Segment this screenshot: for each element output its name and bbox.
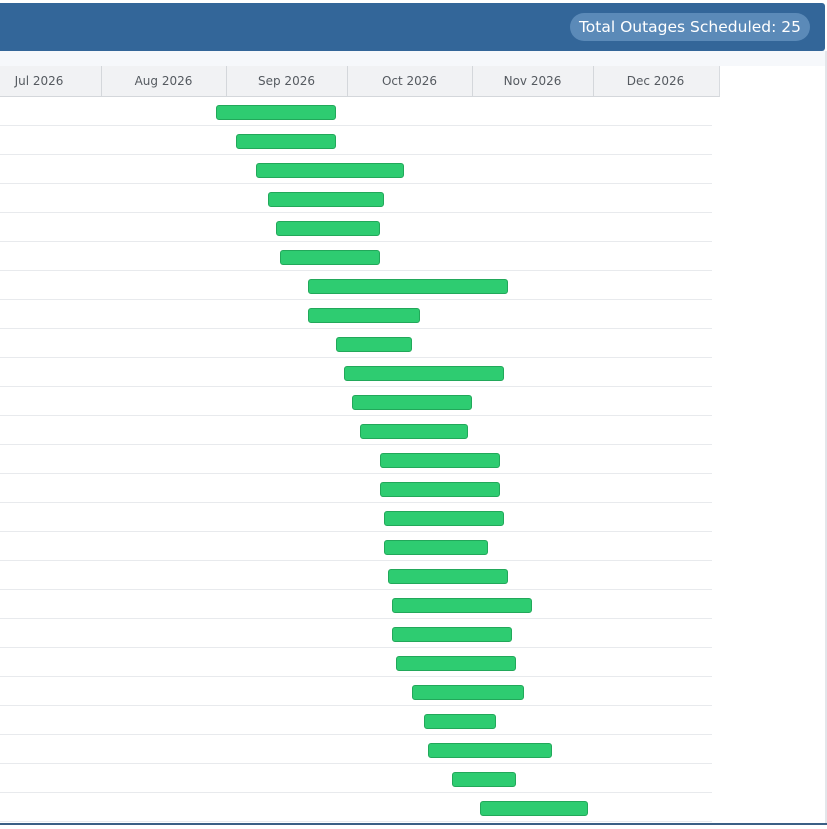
outage-bar[interactable] (256, 163, 404, 178)
month-label-aug: Aug 2026 (134, 74, 193, 88)
row-divider (0, 763, 712, 764)
row-divider (0, 299, 712, 300)
month-label-sep: Sep 2026 (258, 74, 315, 88)
outage-bar[interactable] (428, 743, 552, 758)
bottom-border (0, 823, 827, 825)
row-divider (0, 792, 712, 793)
outage-bar[interactable] (380, 482, 500, 497)
row-divider (0, 415, 712, 416)
month-label-oct: Oct 2026 (381, 74, 438, 88)
row-divider (0, 676, 712, 677)
row-divider (0, 241, 712, 242)
outage-bar[interactable] (344, 366, 504, 381)
row-divider (0, 444, 712, 445)
outage-bar[interactable] (384, 540, 488, 555)
row-divider (0, 705, 712, 706)
row-divider (0, 154, 712, 155)
outage-bar[interactable] (336, 337, 412, 352)
outage-bar[interactable] (388, 569, 508, 584)
timeline-month-header: Jul 2026 Aug 2026 Sep 2026 Oct 2026 Nov … (0, 66, 720, 97)
row-divider (0, 357, 712, 358)
row-divider (0, 734, 712, 735)
outage-bar[interactable] (268, 192, 384, 207)
outage-bar[interactable] (380, 453, 500, 468)
month-label-jul: Jul 2026 (14, 74, 64, 88)
header-bar: Total Outages Scheduled: 25 (0, 3, 825, 51)
row-divider (0, 618, 712, 619)
row-divider (0, 270, 712, 271)
row-divider (0, 125, 712, 126)
outage-bar[interactable] (308, 308, 420, 323)
header-band (0, 51, 827, 66)
row-divider (0, 212, 712, 213)
row-divider (0, 502, 712, 503)
row-divider (0, 560, 712, 561)
outage-bar[interactable] (216, 105, 336, 120)
outage-bar[interactable] (308, 279, 508, 294)
outage-bar[interactable] (236, 134, 336, 149)
outage-bar[interactable] (396, 656, 516, 671)
gantt-grid (0, 97, 712, 822)
outage-bar[interactable] (352, 395, 472, 410)
row-divider (0, 647, 712, 648)
row-divider (0, 531, 712, 532)
outage-bar[interactable] (384, 511, 504, 526)
row-divider (0, 473, 712, 474)
row-divider (0, 328, 712, 329)
outage-bar[interactable] (392, 627, 512, 642)
outage-bar[interactable] (392, 598, 532, 613)
row-divider (0, 589, 712, 590)
outage-bar[interactable] (412, 685, 524, 700)
month-label-dec: Dec 2026 (626, 74, 685, 88)
outage-bar[interactable] (480, 801, 588, 816)
row-divider (0, 183, 712, 184)
row-divider (0, 386, 712, 387)
outage-bar[interactable] (280, 250, 380, 265)
month-label-nov: Nov 2026 (503, 74, 562, 88)
outage-bar[interactable] (452, 772, 516, 787)
row-divider (0, 821, 712, 822)
outage-bar[interactable] (360, 424, 468, 439)
outage-bar[interactable] (276, 221, 380, 236)
outage-bar[interactable] (424, 714, 496, 729)
total-outages-badge: Total Outages Scheduled: 25 (569, 13, 810, 41)
